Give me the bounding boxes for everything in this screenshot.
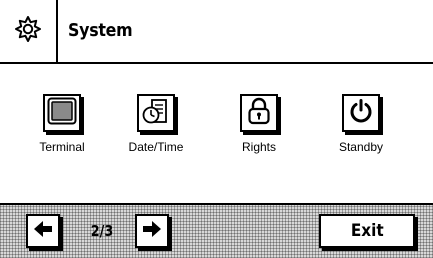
- exit-button[interactable]: Exit: [319, 214, 415, 248]
- power-icon: [347, 97, 375, 130]
- header-icon-cell: [0, 0, 58, 62]
- bottom-navigation-bar: 2/3 Exit: [0, 203, 433, 258]
- terminal-label: Terminal: [39, 140, 85, 154]
- rights-app[interactable]: Rights: [219, 94, 299, 154]
- terminal-button[interactable]: [43, 94, 81, 132]
- system-screen: System Terminal Date/Time Rights Standby…: [0, 0, 433, 258]
- terminal-app[interactable]: Terminal: [22, 94, 102, 154]
- standby-button[interactable]: [342, 94, 380, 132]
- arrow-left-icon: [32, 218, 54, 245]
- arrow-right-icon: [141, 218, 163, 245]
- exit-label: Exit: [350, 221, 384, 241]
- date-time-app[interactable]: Date/Time: [116, 94, 196, 154]
- next-page-button[interactable]: [135, 214, 169, 248]
- date-time-label: Date/Time: [128, 140, 184, 154]
- page-title: System: [68, 20, 133, 41]
- settings-gear-icon: [13, 14, 43, 49]
- rights-label: Rights: [241, 140, 276, 154]
- terminal-icon: [47, 97, 77, 130]
- page-indicator: 2/3: [90, 222, 114, 240]
- standby-app[interactable]: Standby: [321, 94, 401, 154]
- padlock-icon: [245, 96, 273, 131]
- date-time-icon: [141, 96, 171, 131]
- standby-label: Standby: [338, 140, 384, 154]
- previous-page-button[interactable]: [26, 214, 60, 248]
- header-bar: System: [0, 0, 433, 64]
- app-grid: Terminal Date/Time Rights Standby: [0, 64, 433, 194]
- date-time-button[interactable]: [137, 94, 175, 132]
- rights-button[interactable]: [240, 94, 278, 132]
